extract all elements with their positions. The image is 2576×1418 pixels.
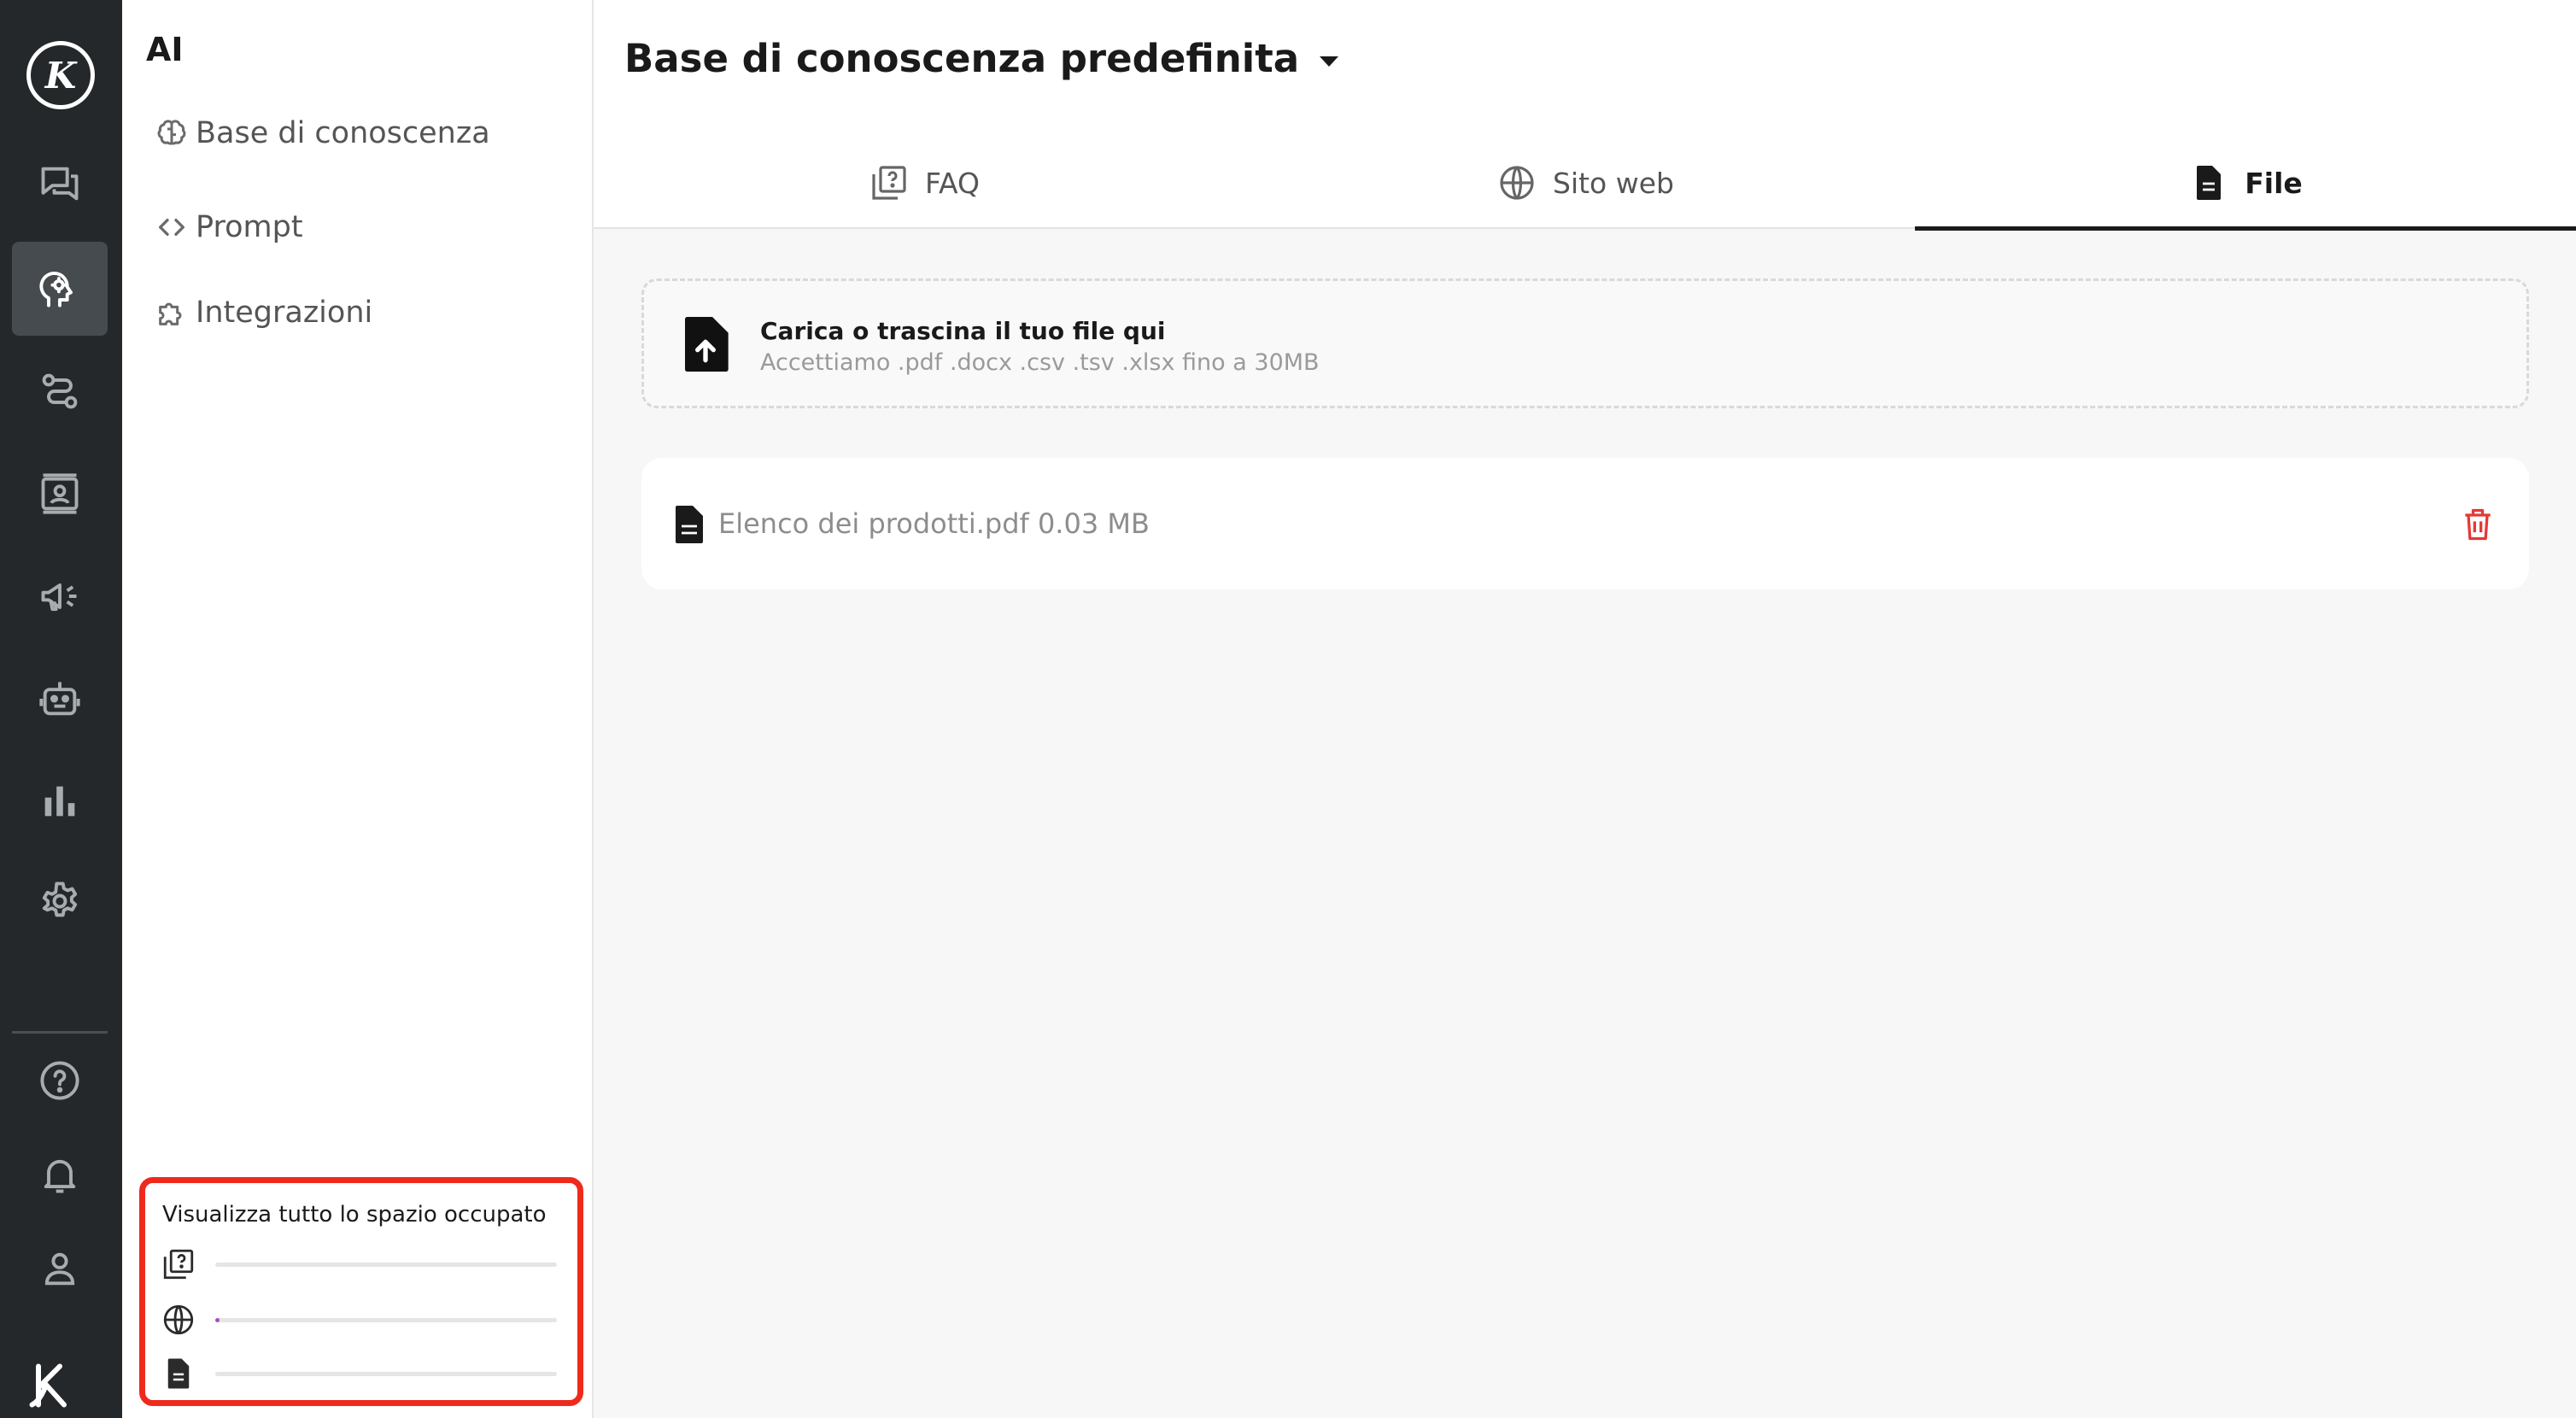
file-usage-row — [161, 1354, 562, 1393]
storage-usage-title[interactable]: Visualizza tutto lo spazio occupato — [162, 1202, 547, 1228]
sidebar-item-label: Integrazioni — [196, 296, 373, 330]
file-usage-bar — [215, 1371, 557, 1376]
app-logo-icon[interactable]: K — [26, 41, 95, 109]
storage-usage-panel[interactable]: Visualizza tutto lo spazio occupato — [139, 1177, 583, 1406]
icon-rail: K — [0, 0, 122, 1418]
globe-icon — [1500, 166, 1534, 200]
puzzle-icon — [159, 302, 182, 325]
file-name: Elenco dei prodotti.pdf 0.03 MB — [718, 507, 1150, 540]
sidebar-item-integrations[interactable]: Integrazioni — [155, 296, 372, 330]
knowledge-base-header: Base di conoscenza predefinita FAQ Sito … — [594, 0, 2576, 231]
tab-label: File — [2245, 166, 2303, 200]
knowledge-base-selector[interactable]: Base di conoscenza predefinita — [624, 36, 1339, 81]
route-icon — [42, 373, 78, 409]
bots-nav-button[interactable] — [12, 652, 108, 746]
help-nav-button[interactable] — [12, 1034, 108, 1128]
brand-logo-icon — [29, 1363, 67, 1408]
sidebar-item-prompt[interactable]: Prompt — [155, 210, 303, 244]
file-icon — [167, 1358, 190, 1389]
gear-icon — [42, 882, 78, 917]
tab-label: FAQ — [925, 166, 980, 200]
dropzone-subtitle: Accettiamo .pdf .docx .csv .tsv .xlsx fi… — [760, 349, 1320, 376]
analytics-nav-button[interactable] — [12, 754, 108, 848]
globe-icon — [163, 1304, 194, 1335]
website-usage-bar — [215, 1317, 557, 1322]
bar-chart-icon — [44, 786, 75, 817]
megaphone-icon — [41, 583, 77, 612]
sidebar-item-label: Base di conoscenza — [196, 116, 490, 150]
tab-faq[interactable]: FAQ — [594, 137, 1255, 229]
chat-bubbles-icon — [41, 167, 79, 201]
tab-label: Sito web — [1553, 166, 1674, 200]
ai-brain-head-icon — [39, 272, 73, 308]
file-icon — [676, 506, 703, 543]
file-list-item: Elenco dei prodotti.pdf 0.03 MB — [641, 458, 2529, 589]
contact-card-icon — [41, 473, 79, 514]
bell-icon — [44, 1159, 76, 1193]
faq-icon — [872, 166, 906, 200]
website-usage-row — [161, 1300, 562, 1339]
ai-nav-button[interactable] — [12, 242, 108, 336]
sidebar-item-label: Prompt — [196, 210, 303, 244]
brain-icon — [157, 120, 186, 145]
flows-nav-button[interactable] — [12, 344, 108, 438]
robot-icon — [39, 682, 80, 716]
user-icon — [44, 1252, 75, 1286]
caret-down-icon — [1320, 56, 1339, 67]
code-icon — [159, 219, 184, 236]
tab-website[interactable]: Sito web — [1255, 137, 1916, 229]
notifications-nav-button[interactable] — [12, 1128, 108, 1222]
faq-usage-bar — [215, 1262, 557, 1267]
faq-icon — [163, 1249, 194, 1280]
campaigns-nav-button[interactable] — [12, 549, 108, 643]
conversations-nav-button[interactable] — [12, 137, 108, 231]
sidebar-item-knowledge-base[interactable]: Base di conoscenza — [155, 116, 490, 150]
trash-icon[interactable] — [2459, 506, 2497, 543]
tab-file[interactable]: File — [1915, 137, 2576, 231]
profile-nav-button[interactable] — [12, 1222, 108, 1315]
file-upload-dropzone[interactable]: Carica o trascina il tuo file qui Accett… — [641, 278, 2529, 408]
file-icon — [2197, 166, 2222, 200]
settings-nav-button[interactable] — [12, 854, 108, 948]
sidebar-title: AI — [146, 31, 184, 68]
faq-usage-row — [161, 1245, 562, 1284]
ai-sidebar: AI Base di conoscenza Prompt Integrazion… — [122, 0, 594, 1418]
contacts-nav-button[interactable] — [12, 447, 108, 541]
main-content: Base di conoscenza predefinita FAQ Sito … — [594, 0, 2576, 1418]
help-circle-icon — [40, 1061, 79, 1100]
knowledge-base-title: Base di conoscenza predefinita — [624, 36, 1300, 81]
file-upload-icon — [685, 317, 729, 372]
dropzone-title: Carica o trascina il tuo file qui — [760, 317, 1166, 345]
